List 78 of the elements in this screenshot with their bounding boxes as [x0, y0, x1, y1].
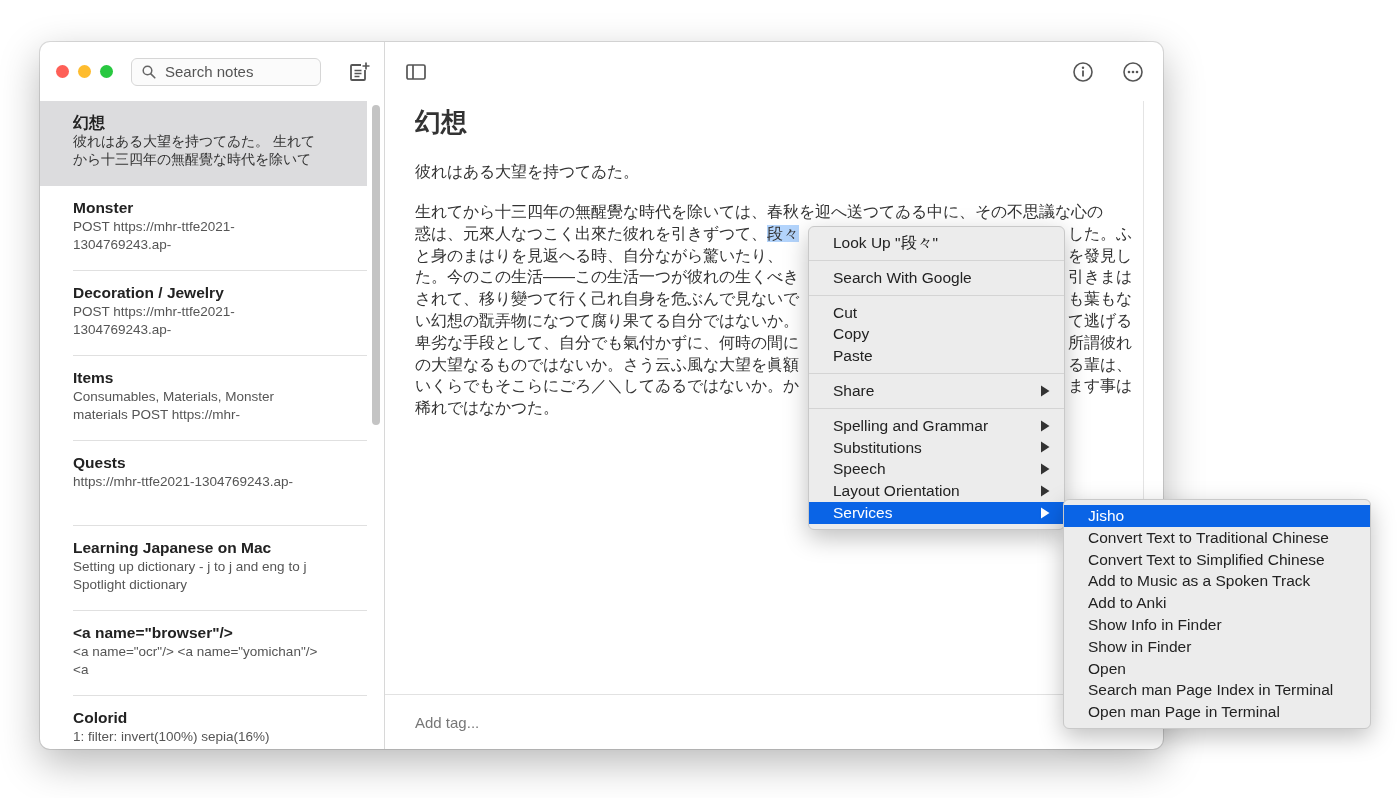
text-line: も葉もな — [1068, 289, 1132, 310]
note-item[interactable]: Quests https://mhr-ttfe2021-1304769243.ap- — [40, 441, 367, 526]
note-preview: Setting up dictionary - j to j and eng to j Spotlight dictionary — [73, 558, 308, 594]
submenu-arrow-icon — [1040, 419, 1050, 432]
text-line: した。ふ — [1068, 223, 1132, 244]
text-line: 惑は、元來人なつこく出來た彼れを引きずつて、段々 — [415, 223, 799, 244]
menu-item[interactable]: Services — [809, 501, 1064, 524]
text-line: 稀れではなかつた。 — [415, 398, 559, 419]
text-line: 生れてから十三四年の無醒覺な時代を除いては、春秋を迎へ送つてゐる中に、その不思議な心の — [415, 202, 1103, 222]
note-preview: <a name="ocr"/> <a name="yomichan"/> <a — [73, 643, 318, 679]
note-item[interactable]: Monster POST https://mhr-ttfe2021-1304769243.ap- — [40, 186, 367, 271]
menu-item[interactable]: Speech — [809, 458, 1064, 481]
note-preview: POST https://mhr-ttfe2021-1304769243.ap- — [73, 303, 236, 339]
text-line: 卑劣な手段として、自分でも氣付かずに、何時の間に — [415, 332, 799, 353]
menu-item[interactable]: Search With Google — [809, 266, 1064, 289]
menu-item[interactable]: Cut — [809, 301, 1064, 324]
menu-item[interactable]: Substitutions — [809, 436, 1064, 459]
text-line: 引きまは — [1068, 267, 1132, 288]
menu-item[interactable]: Share — [809, 380, 1064, 402]
close-button[interactable] — [56, 65, 69, 78]
menu-item[interactable]: Copy — [809, 323, 1064, 346]
menu-item[interactable]: Add to Anki — [1064, 592, 1370, 614]
text-line: ます事は — [1068, 376, 1132, 397]
note-item[interactable]: Decoration / Jewelry POST https://mhr-ttfe2021-1304769243.ap- — [40, 271, 367, 356]
text-line: と身のまはりを見返へる時、自分ながら驚いたり、 — [415, 245, 783, 266]
note-title: Learning Japanese on Mac — [73, 538, 273, 558]
info-icon[interactable] — [1072, 60, 1094, 83]
submenu-arrow-icon — [1040, 441, 1050, 454]
submenu-arrow-icon — [1040, 485, 1050, 498]
note-heading: 幻想 — [415, 106, 468, 139]
menu-item[interactable]: Convert Text to Simplified Chinese — [1064, 548, 1370, 571]
menu-item[interactable]: Add to Music as a Spoken Track — [1064, 570, 1370, 593]
note-preview: 1: filter: invert(100%) sepia(16%) — [73, 728, 271, 746]
menu-item[interactable]: Search man Page Index in Terminal — [1064, 679, 1370, 702]
note-title: Colorid — [73, 708, 129, 728]
note-item[interactable]: Colorid 1: filter: invert(100%) sepia(16%) — [40, 696, 367, 749]
text-line: い幻想の翫弄物になつて腐り果てる自分ではないか。 — [415, 311, 799, 331]
text-line: いくらでもそこらにごろ／＼してゐるではないか。か — [415, 376, 799, 397]
note-title: Monster — [73, 198, 135, 218]
note-title: 幻想 — [73, 113, 106, 133]
menu-item[interactable]: Show in Finder — [1064, 635, 1370, 658]
note-item[interactable]: Learning Japanese on Mac Setting up dictionary - j to j and eng to j Spotlight dictionary — [40, 526, 367, 611]
text-line: を發見し — [1068, 245, 1132, 266]
search-field[interactable]: Search notes — [131, 57, 321, 86]
menu-item[interactable]: Open — [1064, 657, 1370, 680]
more-icon[interactable] — [1122, 60, 1144, 83]
menu-item[interactable]: Spelling and Grammar — [809, 414, 1064, 437]
submenu-arrow-icon — [1040, 384, 1050, 397]
menu-item[interactable]: Open man Page in Terminal — [1064, 701, 1370, 723]
note-preview: https://mhr-ttfe2021-1304769243.ap- — [73, 473, 294, 491]
note-item[interactable]: Items Consumables, Materials, Monster materials POST https://mhr- — [40, 356, 367, 441]
text-line: の大望なるものではないか。さう云ふ風な大望を眞額 — [415, 354, 799, 375]
note-item[interactable]: <a name="browser"/> <a name="ocr"/> <a name="yomichan"/> <a — [40, 611, 367, 696]
text-line: て逃げる — [1068, 311, 1132, 331]
submenu-arrow-icon — [1040, 506, 1050, 519]
search-icon — [142, 64, 156, 79]
menu-item[interactable]: Jisho — [1064, 505, 1370, 527]
new-note-icon[interactable] — [348, 60, 370, 83]
scrollbar[interactable] — [371, 105, 380, 425]
submenu-arrow-icon — [1040, 463, 1050, 476]
menu-item[interactable]: Layout Orientation — [809, 480, 1064, 502]
menu-item[interactable]: Paste — [809, 345, 1064, 367]
menu-item[interactable]: Convert Text to Traditional Chinese — [1064, 526, 1370, 549]
menu-item[interactable]: Show Info in Finder — [1064, 614, 1370, 636]
note-preview: POST https://mhr-ttfe2021-1304769243.ap- — [73, 218, 236, 254]
note-title: Decoration / Jewelry — [73, 283, 225, 303]
text-line: 所謂彼れ — [1068, 332, 1132, 353]
note-title: Items — [73, 368, 115, 388]
paragraph: 彼れはある大望を持つてゐた。 — [415, 162, 640, 182]
note-title: <a name="browser"/> — [73, 623, 234, 643]
text-line: る輩は、 — [1068, 354, 1132, 375]
note-title: Quests — [73, 453, 127, 473]
note-preview: Consumables, Materials, Monster materials POST https://mhr- — [73, 388, 276, 424]
menu-item[interactable]: Look Up "段々" — [809, 232, 1064, 254]
text-line: されて、移り變つて行く己れ自身を危ぶんで見ないで — [415, 289, 799, 310]
note-preview: 彼れはある大望を持つてゐた。 生れてから十三四年の無醒覺な時代を除いて — [73, 133, 316, 169]
note-item[interactable]: 幻想 彼れはある大望を持つてゐた。 生れてから十三四年の無醒覺な時代を除いて — [40, 101, 367, 186]
text-line: た。今のこの生活——この生活一つが彼れの生くべき — [415, 267, 799, 288]
